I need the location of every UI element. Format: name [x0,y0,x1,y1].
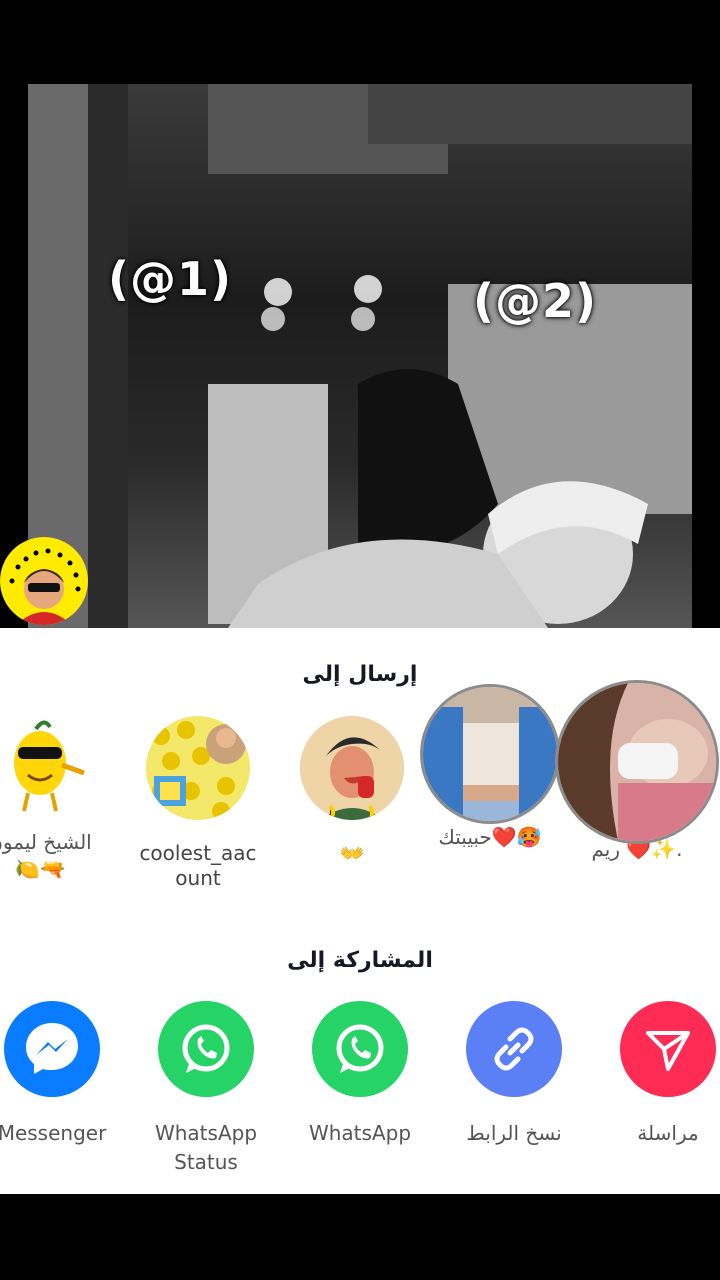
video-frame[interactable]: (@1) (@2) [28,84,692,628]
contact-name: coolest_aac [139,841,257,865]
share-to-title: المشاركة إلى [287,948,433,973]
share-label-line2: Status [174,1150,238,1174]
share-label: Messenger [0,1121,107,1145]
contact-name: حبيبتك❤️🥵 [438,825,542,849]
share-label: نسخ الرابط [466,1121,562,1145]
boy-cartoon-avatar [300,716,404,820]
share-whatsapp-status-button[interactable]: WhatsApp Status [131,1001,281,1177]
share-sheet: إرسال إلى الشيخ ليمون 🍋🔫 [0,628,720,1194]
share-label: WhatsApp [154,1121,258,1145]
contact-habibtak[interactable]: حبيبتك❤️🥵 [410,684,570,851]
contact-name: الشيخ ليمون [0,830,92,854]
share-message-button[interactable]: مراسلة [593,1001,720,1148]
whatsapp-icon [312,1001,408,1097]
mention-tag-2: (@2) [473,274,598,328]
whatsapp-icon [158,1001,254,1097]
contact-coolest-account[interactable]: coolest_aac ount [128,716,268,892]
share-copy-link-button[interactable]: نسخ الرابط [439,1001,589,1148]
girl-photo-2-avatar [555,680,719,844]
link-icon [466,1001,562,1097]
send-icon [620,1001,716,1097]
contact-name: 👐 [339,841,365,865]
girl-photo-1-avatar [420,684,560,824]
lemon-sticker-avatar [0,713,92,817]
mention-tag-1: (@1) [108,252,233,306]
contact-lemon-sheikh[interactable]: الشيخ ليمون 🍋🔫 [0,713,110,883]
video-scene [28,84,692,628]
snapcode-avatar[interactable] [0,537,88,625]
messenger-icon [4,1001,100,1097]
share-label: WhatsApp [308,1121,412,1145]
share-label: مراسلة [637,1121,699,1145]
contact-name-line2: 🍋🔫 [15,857,65,881]
contact-name-line2: ount [175,866,221,890]
spongebob-collage-avatar [146,716,250,820]
contact-hands-emoji[interactable]: 👐 [282,716,422,867]
contact-reem[interactable]: ريم ❤️✨. [552,680,720,863]
share-messenger-button[interactable]: Messenger [0,1001,127,1148]
share-whatsapp-button[interactable]: WhatsApp [285,1001,435,1148]
